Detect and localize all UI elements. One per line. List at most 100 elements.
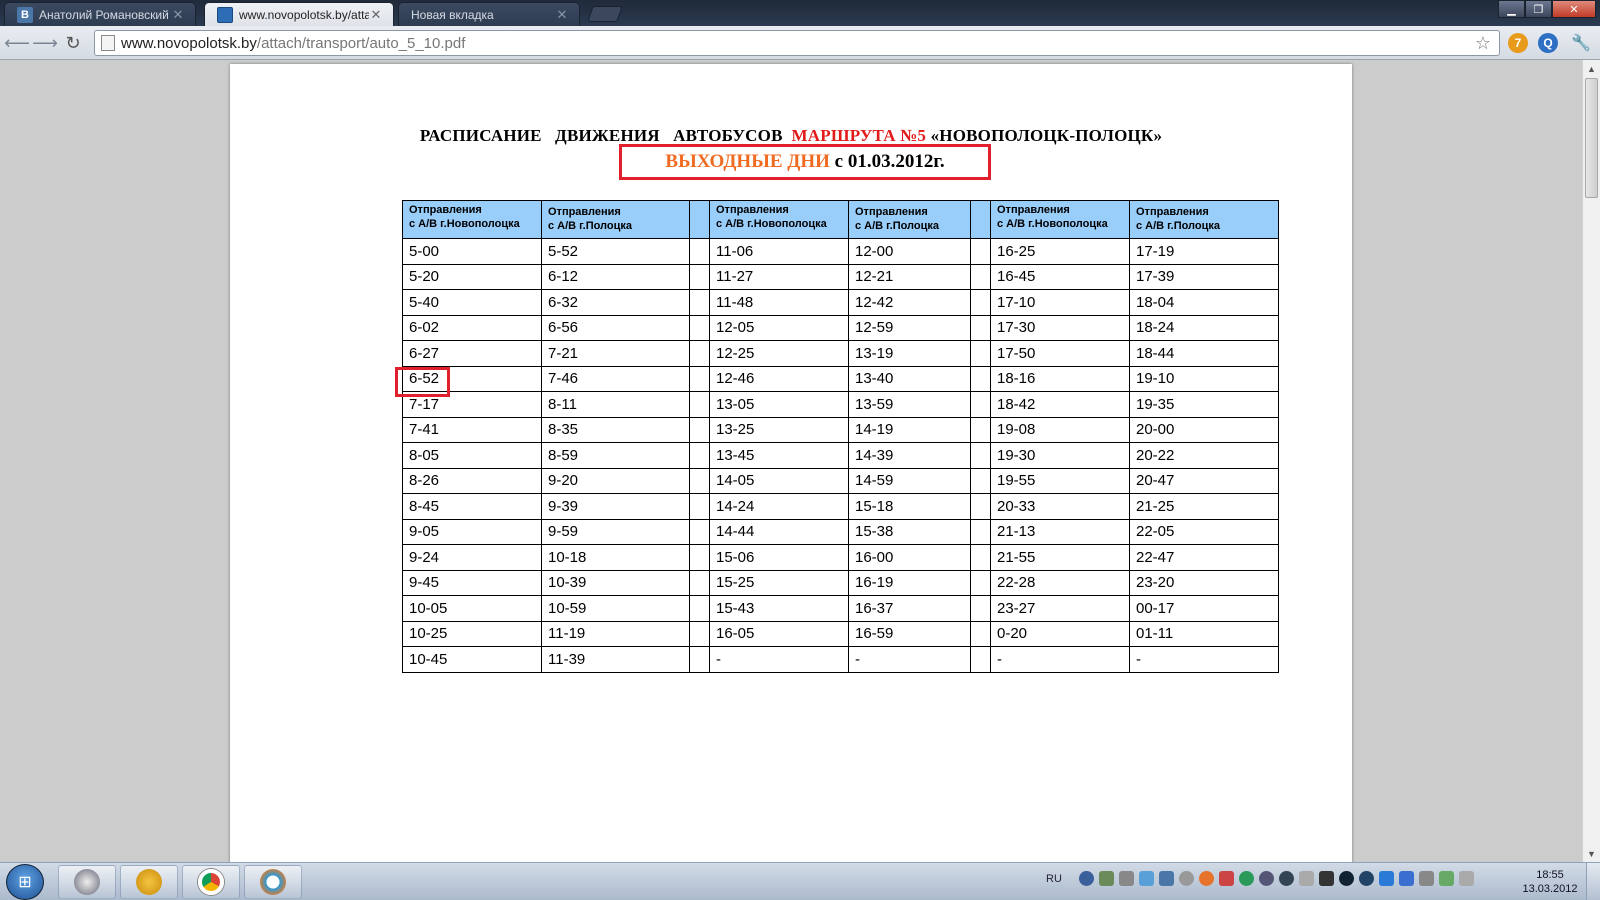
tab-vk[interactable]: В Анатолий Романовский ✕	[4, 2, 196, 26]
app-tray-icon[interactable]	[1258, 871, 1274, 886]
close-tab-icon[interactable]: ✕	[171, 7, 185, 23]
close-tab-icon[interactable]: ✕	[555, 7, 569, 23]
network-icon[interactable]	[1438, 871, 1454, 886]
download-icon[interactable]	[1078, 871, 1094, 886]
bluetooth-icon[interactable]	[1398, 871, 1414, 886]
scroll-up-icon[interactable]: ▲	[1583, 60, 1600, 77]
app-tray-icon[interactable]	[1238, 871, 1254, 886]
table-cell: 6-27	[402, 340, 542, 367]
back-arrow-icon[interactable]: ⟵	[4, 32, 30, 54]
subtitle-box: ВЫХОДНЫЕ ДНИ с 01.03.2012г.	[619, 144, 991, 180]
window-controls: ▁ ❐ ✕	[1498, 0, 1596, 18]
table-cell: 17-39	[1129, 263, 1279, 290]
volume-icon[interactable]	[1418, 871, 1434, 886]
table-row: 9-45 10-39 15-25 16-19 22-28 23-20	[402, 569, 1279, 596]
extension-icon[interactable]: Q	[1538, 33, 1558, 53]
header-line: Отправления	[997, 204, 1070, 216]
column-separator	[970, 620, 991, 647]
header-line: Отправления	[409, 204, 482, 216]
flag-icon[interactable]	[1298, 871, 1314, 886]
clock-date: 13.03.2012	[1522, 883, 1578, 895]
app-tray-icon[interactable]	[1098, 871, 1114, 886]
header-line: Отправления	[548, 206, 621, 218]
url-text: www.novopolotsk.by/attach/transport/auto…	[121, 35, 465, 52]
clock[interactable]: 18:55 13.03.2012	[1520, 868, 1580, 896]
table-cell: 20-00	[1129, 416, 1279, 443]
scroll-down-icon[interactable]: ▼	[1583, 845, 1600, 862]
table-cell: 11-19	[541, 620, 690, 647]
table-cell: 10-05	[402, 595, 542, 622]
schedule-title: РАСПИСАНИЕ ДВИЖЕНИЯ АВТОБУСОВ МАРШРУТА №…	[230, 126, 1352, 146]
taskbar-app-games[interactable]	[120, 865, 178, 899]
reload-icon[interactable]: ↻	[62, 32, 84, 54]
column-separator	[970, 569, 991, 596]
app-tray-icon[interactable]	[1318, 871, 1334, 886]
tab-new[interactable]: Новая вкладка ✕	[398, 2, 580, 26]
scrollbar-thumb[interactable]	[1585, 78, 1598, 198]
subtitle-weekend: ВЫХОДНЫЕ ДНИ	[665, 151, 830, 172]
forward-arrow-icon[interactable]: ⟶	[32, 32, 58, 54]
app-tray-icon[interactable]	[1118, 871, 1134, 886]
column-separator	[970, 365, 991, 392]
table-cell: 13-05	[709, 391, 849, 418]
language-indicator[interactable]: RU	[1046, 873, 1062, 885]
header-line: с А/В г.Новополоцка	[409, 218, 520, 230]
table-cell: 13-25	[709, 416, 849, 443]
taskbar-app-chrome[interactable]	[182, 865, 240, 899]
table-cell: 10-18	[541, 544, 690, 571]
app-tray-icon[interactable]	[1278, 871, 1294, 886]
column-separator	[970, 467, 991, 494]
power-icon[interactable]	[1458, 871, 1474, 886]
column-separator	[970, 391, 991, 418]
table-cell: 10-59	[541, 595, 690, 622]
close-tab-icon[interactable]: ✕	[369, 7, 383, 23]
close-window-button[interactable]: ✕	[1552, 0, 1596, 18]
table-cell: 16-37	[848, 595, 971, 622]
table-cell: 01-11	[1129, 620, 1279, 647]
column-separator	[970, 289, 991, 316]
table-cell: 8-45	[402, 493, 542, 520]
table-cell: 13-59	[848, 391, 971, 418]
wrench-menu-icon[interactable]: 🔧	[1571, 34, 1591, 52]
app-tray-icon[interactable]	[1178, 871, 1194, 886]
table-cell: 11-39	[541, 646, 690, 673]
address-bar[interactable]: www.novopolotsk.by/attach/transport/auto…	[94, 30, 1500, 56]
show-desktop-button[interactable]	[1586, 863, 1600, 900]
column-separator	[689, 365, 710, 392]
app-tray-icon[interactable]	[1198, 871, 1214, 886]
table-row: 8-45 9-39 14-24 15-18 20-33 21-25	[402, 493, 1279, 520]
bookmark-star-icon[interactable]: ☆	[1475, 33, 1491, 54]
tab-novopolotsk[interactable]: www.novopolotsk.by/atta ✕	[204, 2, 394, 26]
vertical-scrollbar[interactable]: ▲ ▼	[1582, 60, 1600, 862]
header-line: Отправления	[855, 206, 928, 218]
pdf-viewer: РАСПИСАНИЕ ДВИЖЕНИЯ АВТОБУСОВ МАРШРУТА №…	[0, 60, 1582, 864]
app-tray-icon[interactable]	[1338, 871, 1354, 886]
header-line: с А/В г.Полоцка	[548, 220, 633, 232]
column-separator	[689, 238, 710, 265]
windows-taskbar: ⊞ RU 18:55 13.03.2012	[0, 862, 1600, 900]
app-tray-icon[interactable]	[1378, 871, 1394, 886]
app-tray-icon[interactable]	[1138, 871, 1154, 886]
minimize-button[interactable]: ▁	[1498, 0, 1525, 18]
header-line: Отправления	[1136, 206, 1209, 218]
table-cell: 18-24	[1129, 314, 1279, 341]
column-separator	[970, 493, 991, 520]
new-tab-button[interactable]	[587, 6, 623, 22]
table-cell: 12-46	[709, 365, 849, 392]
table-cell: 9-59	[541, 518, 690, 545]
extension-7-icon[interactable]: 7	[1508, 33, 1528, 53]
table-cell: 9-05	[402, 518, 542, 545]
maximize-button[interactable]: ❐	[1525, 0, 1552, 18]
table-cell: 5-20	[402, 263, 542, 290]
table-row: 8-26 9-20 14-05 14-59 19-55 20-47	[402, 467, 1279, 494]
start-button[interactable]: ⊞	[6, 864, 44, 900]
vk-tray-icon[interactable]	[1158, 871, 1174, 886]
table-cell: 11-06	[709, 238, 849, 265]
app-tray-icon[interactable]	[1218, 871, 1234, 886]
table-cell: 21-55	[990, 544, 1130, 571]
table-row: 5-40 6-32 11-48 12-42 17-10 18-04	[402, 289, 1279, 316]
header-line: с А/В г.Новополоцка	[997, 218, 1108, 230]
taskbar-app-qip[interactable]	[244, 865, 302, 899]
taskbar-app-media[interactable]	[58, 865, 116, 899]
app-tray-icon[interactable]	[1358, 871, 1374, 886]
